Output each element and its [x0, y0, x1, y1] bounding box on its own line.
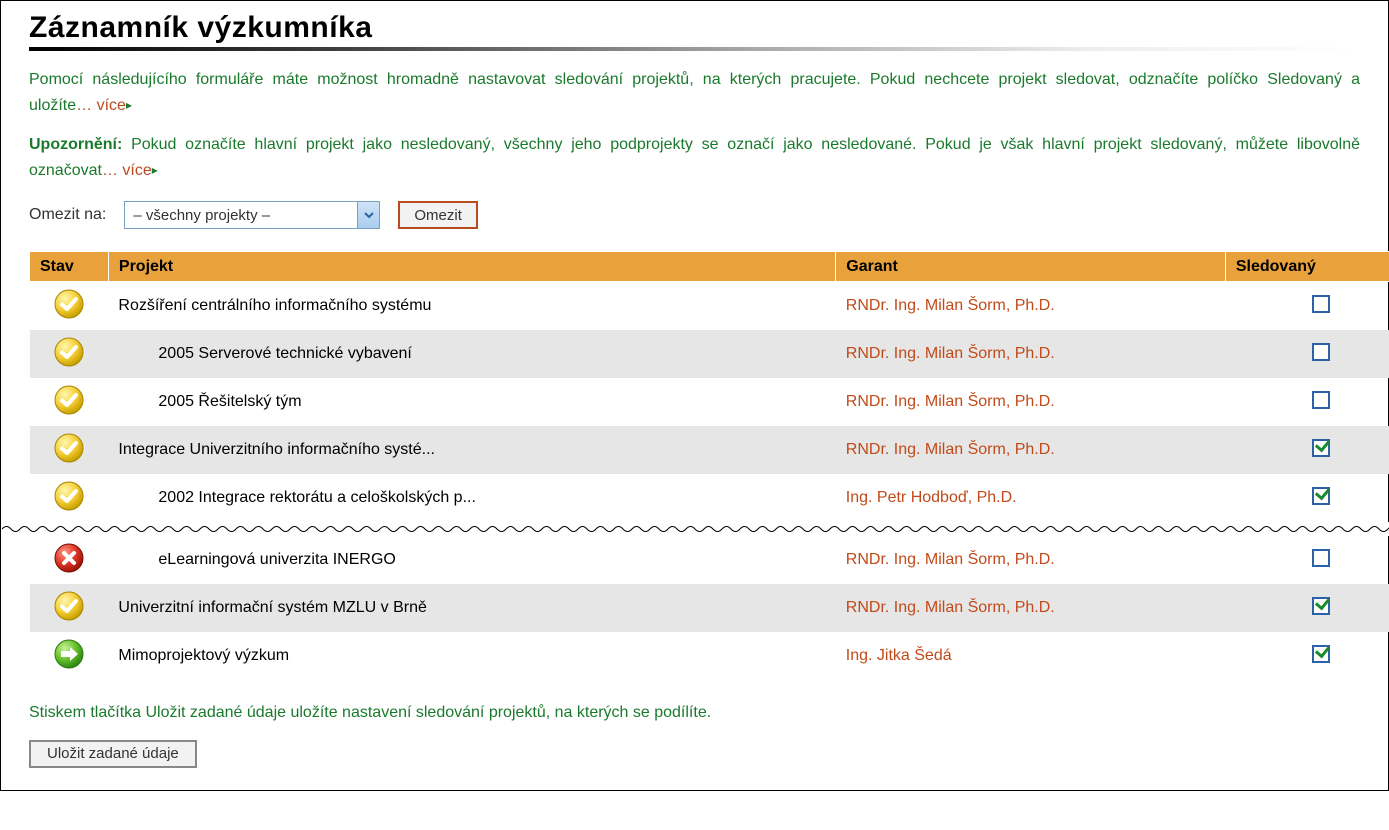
- tracked-checkbox[interactable]: [1312, 391, 1330, 409]
- project-name: eLearningová univerzita INERGO: [118, 551, 395, 568]
- warning-paragraph: Upozornění: Pokud označíte hlavní projek…: [29, 132, 1360, 183]
- projects-table: Stav Projekt Garant Sledovaný Rozšíření …: [29, 251, 1389, 680]
- page-title: Záznamník výzkumníka: [29, 11, 1360, 45]
- status-ok-icon: [53, 384, 85, 416]
- title-rule: [29, 47, 1360, 51]
- project-name: Univerzitní informační systém MZLU v Brn…: [118, 599, 427, 616]
- table-row: Rozšíření centrálního informačního systé…: [30, 282, 1389, 331]
- table-row: 2002 Integrace rektorátu a celoškolských…: [30, 474, 1389, 522]
- garant-link[interactable]: Ing. Petr Hodboď, Ph.D.: [846, 489, 1017, 506]
- status-ok-icon: [53, 336, 85, 368]
- save-note: Stiskem tlačítka Uložit zadané údaje ulo…: [29, 700, 1360, 726]
- project-name: 2005 Řešitelský tým: [118, 393, 301, 410]
- tracked-checkbox[interactable]: [1312, 487, 1330, 505]
- warning-label: Upozornění:: [29, 136, 122, 153]
- status-ok-icon: [53, 288, 85, 320]
- garant-link[interactable]: RNDr. Ing. Milan Šorm, Ph.D.: [846, 297, 1055, 314]
- section-break: [30, 522, 1389, 536]
- status-ok-icon: [53, 480, 85, 512]
- col-header-stav: Stav: [30, 252, 109, 282]
- tracked-checkbox[interactable]: [1312, 343, 1330, 361]
- more-link-1[interactable]: … více▸: [76, 97, 132, 114]
- filter-row: Omezit na: – všechny projekty – Omezit: [29, 201, 1360, 229]
- more-link-2[interactable]: … více▸: [102, 162, 158, 179]
- table-row: Univerzitní informační systém MZLU v Brn…: [30, 584, 1389, 632]
- status-ok-icon: [53, 590, 85, 622]
- filter-button[interactable]: Omezit: [398, 201, 478, 229]
- garant-link[interactable]: RNDr. Ing. Milan Šorm, Ph.D.: [846, 393, 1055, 410]
- garant-link[interactable]: RNDr. Ing. Milan Šorm, Ph.D.: [846, 599, 1055, 616]
- col-header-garant: Garant: [836, 252, 1226, 282]
- project-name: Rozšíření centrálního informačního systé…: [118, 297, 431, 314]
- project-name: 2005 Serverové technické vybavení: [118, 345, 411, 362]
- tracked-checkbox[interactable]: [1312, 645, 1330, 663]
- tracked-checkbox[interactable]: [1312, 597, 1330, 615]
- garant-link[interactable]: Ing. Jitka Šedá: [846, 647, 952, 664]
- triangle-icon: ▸: [152, 163, 158, 177]
- col-header-sledovany: Sledovaný: [1225, 252, 1389, 282]
- tracked-checkbox[interactable]: [1312, 439, 1330, 457]
- col-header-projekt: Projekt: [108, 252, 835, 282]
- status-error-icon: [53, 542, 85, 574]
- project-name: Integrace Univerzitního informačního sys…: [118, 441, 435, 458]
- garant-link[interactable]: RNDr. Ing. Milan Šorm, Ph.D.: [846, 441, 1055, 458]
- project-name: Mimoprojektový výzkum: [118, 647, 289, 664]
- warning-text: Pokud označíte hlavní projekt jako nesle…: [29, 136, 1360, 179]
- triangle-icon: ▸: [126, 98, 132, 112]
- project-name: 2002 Integrace rektorátu a celoškolských…: [118, 489, 476, 506]
- tracked-checkbox[interactable]: [1312, 549, 1330, 567]
- table-row: 2005 Řešitelský tým RNDr. Ing. Milan Šorm…: [30, 378, 1389, 426]
- status-ok-icon: [53, 432, 85, 464]
- status-arrow-icon: [53, 638, 85, 670]
- table-row: Integrace Univerzitního informačního sys…: [30, 426, 1389, 474]
- garant-link[interactable]: RNDr. Ing. Milan Šorm, Ph.D.: [846, 345, 1055, 362]
- garant-link[interactable]: RNDr. Ing. Milan Šorm, Ph.D.: [846, 551, 1055, 568]
- tracked-checkbox[interactable]: [1312, 295, 1330, 313]
- table-row: 2005 Serverové technické vybavení RNDr. I…: [30, 330, 1389, 378]
- filter-label: Omezit na:: [29, 206, 106, 224]
- table-row: Mimoprojektový výzkum Ing. Jitka Šedá: [30, 632, 1389, 680]
- save-button[interactable]: Uložit zadané údaje: [29, 740, 197, 768]
- table-row: eLearningová univerzita INERGO RNDr. Ing.…: [30, 536, 1389, 584]
- wavy-divider: [2, 523, 1389, 535]
- intro-paragraph: Pomocí následujícího formuláře máte možn…: [29, 67, 1360, 118]
- intro-text: Pomocí následujícího formuláře máte možn…: [29, 71, 1360, 114]
- filter-select[interactable]: – všechny projekty –: [124, 201, 380, 229]
